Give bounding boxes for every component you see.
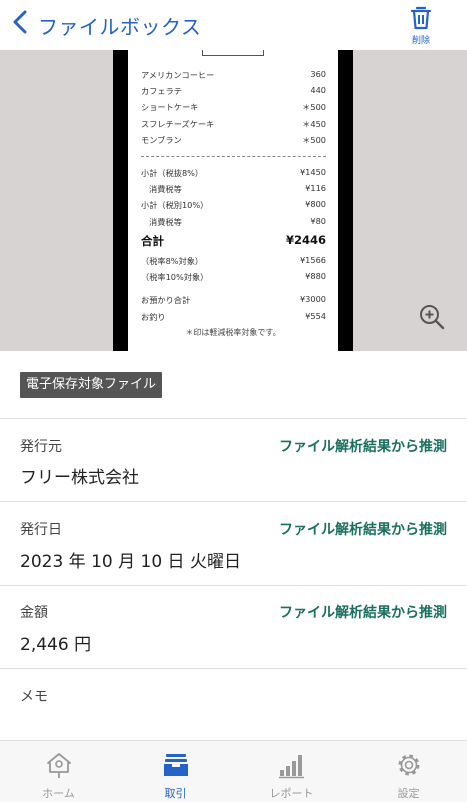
receipt-subtotal: 小計（税抜8%） ¥1450 xyxy=(141,167,326,178)
status-badge: 電子保存対象ファイル xyxy=(20,372,163,398)
receipt-total: 合計 ¥2446 xyxy=(141,233,326,248)
receipt-preview[interactable]: アメリカンコーヒー 360 カフェラテ 440 ショートケーキ ＊500 スフレチーズ… xyxy=(0,50,467,351)
tab-transactions[interactable]: 取引 xyxy=(117,741,234,802)
divider xyxy=(0,501,467,502)
tab-home-label: ホーム xyxy=(42,787,75,800)
bottom-tab-bar: ホーム 取引 レポート 設定 xyxy=(0,740,467,802)
amount-hint: ファイル解析結果から推測 xyxy=(279,605,447,621)
tab-settings-label: 設定 xyxy=(397,787,420,800)
receipt-payment: お預かり合計 ¥3000 xyxy=(141,294,326,305)
receipt-item: スフレチーズケーキ ＊450 xyxy=(141,119,326,129)
receipt-divider xyxy=(141,156,326,157)
memo-label[interactable]: メモ xyxy=(20,686,48,706)
tab-transactions-label: 取引 xyxy=(164,787,187,800)
page-title: ファイルボックス xyxy=(38,15,202,39)
date-label: 発行日 xyxy=(20,522,62,538)
issuer-value[interactable]: フリー株式会社 xyxy=(20,463,139,488)
divider xyxy=(0,585,467,586)
issuer-hint: ファイル解析結果から推測 xyxy=(279,439,447,455)
header: ファイルボックス 削除 xyxy=(0,0,467,50)
receipt-item: モンブラン ＊500 xyxy=(141,135,326,145)
receipt-tax-breakdown: （税率8%対象） ¥1566 xyxy=(141,255,326,266)
gear-icon xyxy=(398,754,419,776)
inbox-icon xyxy=(163,754,188,776)
tab-reports[interactable]: レポート xyxy=(233,741,350,802)
amount-label: 金額 xyxy=(20,605,48,621)
receipt-item: アメリカンコーヒー 360 xyxy=(141,69,326,80)
receipt-tax: 消費税等 ¥116 xyxy=(149,183,326,194)
home-icon xyxy=(46,753,71,778)
issuer-label: 発行元 xyxy=(20,439,62,455)
receipt-item: ショートケーキ ＊500 xyxy=(141,102,326,112)
zoom-in-icon[interactable] xyxy=(418,303,446,331)
tab-reports-label: レポート xyxy=(269,787,314,800)
amount-value[interactable]: 2,446 円 xyxy=(20,630,91,655)
chevron-left-icon xyxy=(13,10,27,34)
bar-chart-icon xyxy=(278,755,304,779)
date-hint: ファイル解析結果から推測 xyxy=(279,522,447,538)
back-button[interactable] xyxy=(10,8,30,36)
tab-settings[interactable]: 設定 xyxy=(350,741,467,802)
receipt-top-edge xyxy=(202,50,264,56)
receipt-tax: 消費税等 ¥80 xyxy=(149,216,326,227)
delete-button[interactable]: 削除 xyxy=(404,5,438,47)
divider xyxy=(0,418,467,419)
receipt-subtotal: 小計（税別10%） ¥800 xyxy=(141,199,326,210)
receipt-image: アメリカンコーヒー 360 カフェラテ 440 ショートケーキ ＊500 スフレチーズ… xyxy=(128,50,338,351)
trash-icon xyxy=(410,6,432,30)
divider xyxy=(0,668,467,669)
receipt-note: ＊印は軽減税率対象です。 xyxy=(185,328,281,337)
receipt-change: お釣り ¥554 xyxy=(141,311,326,322)
receipt-tax-breakdown: （税率10%対象） ¥880 xyxy=(141,271,326,282)
delete-label: 削除 xyxy=(411,36,430,46)
tab-home[interactable]: ホーム xyxy=(0,741,117,802)
receipt-item: カフェラテ 440 xyxy=(141,85,326,96)
date-value[interactable]: 2023 年 10 月 10 日 火曜日 xyxy=(20,547,241,572)
